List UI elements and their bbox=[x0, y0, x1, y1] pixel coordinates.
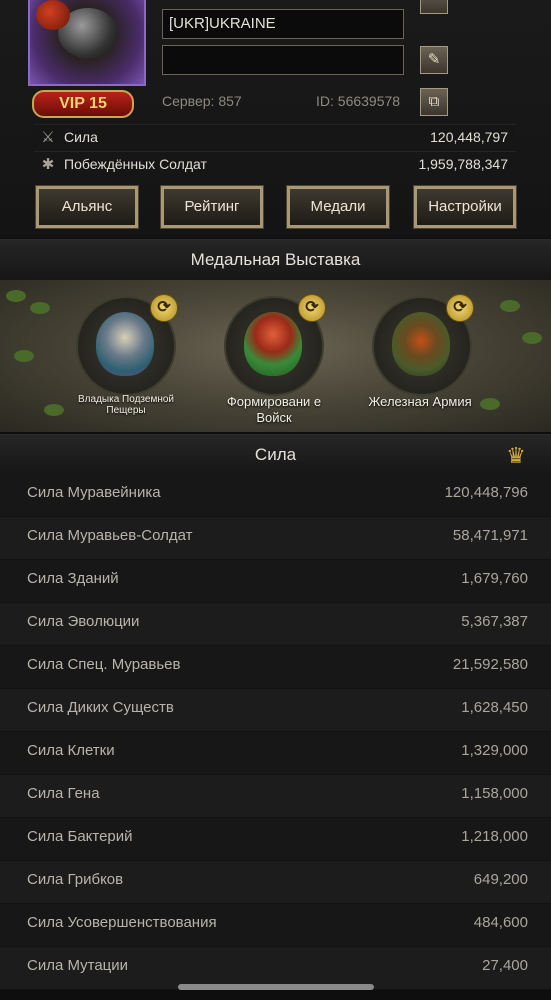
row-value: 649,200 bbox=[473, 871, 528, 888]
home-indicator[interactable] bbox=[178, 984, 374, 990]
leaf-decoration bbox=[30, 302, 50, 314]
row-value: 1,158,000 bbox=[461, 785, 528, 802]
swap-icon[interactable]: ⟳ bbox=[298, 294, 326, 322]
row-value: 1,628,450 bbox=[461, 699, 528, 716]
list-item: Сила Бактерий 1,218,000 bbox=[0, 818, 551, 861]
stat-label: Сила bbox=[64, 129, 98, 145]
iron-ant-medal-icon bbox=[392, 312, 450, 376]
leaf-decoration bbox=[500, 300, 520, 312]
server-label: Сервер: 857 bbox=[162, 93, 242, 109]
row-value: 120,448,796 bbox=[444, 484, 528, 501]
list-item: Сила Грибков 649,200 bbox=[0, 861, 551, 904]
row-label: Сила Клетки bbox=[27, 742, 115, 759]
alliance-name-field[interactable]: [UKR]UKRAINE bbox=[162, 9, 404, 39]
edit-signature-button[interactable]: ✎ bbox=[420, 46, 448, 74]
list-item: Сила Зданий 1,679,760 bbox=[0, 560, 551, 603]
stat-row-defeated-soldiers: ✱ Побеждённых Солдат 1,959,788,347 bbox=[34, 151, 516, 178]
row-label: Сила Спец. Муравьев bbox=[27, 656, 181, 673]
row-value: 1,329,000 bbox=[461, 742, 528, 759]
pen-icon: ✎ bbox=[427, 51, 441, 68]
power-header: Сила ♛ bbox=[0, 434, 551, 476]
row-label: Сила Муравейника bbox=[27, 484, 161, 501]
swap-icon[interactable]: ⟳ bbox=[150, 294, 178, 322]
row-label: Сила Бактерий bbox=[27, 828, 133, 845]
signature-field[interactable] bbox=[162, 45, 404, 75]
leaf-decoration bbox=[14, 350, 34, 362]
row-label: Сила Зданий bbox=[27, 570, 119, 587]
list-item: Сила Спец. Муравьев 21,592,580 bbox=[0, 646, 551, 689]
row-label: Сила Мутации bbox=[27, 957, 129, 974]
profile-panel: VIP 15 [UKR]UKRAINE ✎ Сервер: 857 ID: 56… bbox=[0, 0, 551, 238]
list-item: Сила Усовершенствования 484,600 bbox=[0, 904, 551, 947]
row-value: 21,592,580 bbox=[452, 656, 528, 673]
row-label: Сила Грибков bbox=[27, 871, 124, 888]
alliance-button[interactable]: Альянс bbox=[35, 185, 139, 229]
leaf-decoration bbox=[522, 332, 542, 344]
copy-icon: ⧉ bbox=[428, 93, 440, 110]
medal-name-1: Владыка Подземной Пещеры bbox=[78, 394, 174, 416]
power-list: Сила Муравейника 120,448,796 Сила Муравье… bbox=[0, 474, 551, 990]
stat-row-power: ⚔ Сила 120,448,797 bbox=[34, 124, 516, 151]
stat-value: 1,959,788,347 bbox=[418, 156, 508, 172]
leaf-decoration bbox=[480, 398, 500, 410]
row-label: Сила Диких Существ bbox=[27, 699, 174, 716]
edit-name-button[interactable] bbox=[420, 0, 448, 14]
row-value: 1,679,760 bbox=[461, 570, 528, 587]
row-value: 1,218,000 bbox=[461, 828, 528, 845]
crossed-swords-icon: ⚔ bbox=[41, 129, 55, 146]
list-item: Сила Муравейника 120,448,796 bbox=[0, 474, 551, 517]
avatar[interactable] bbox=[28, 0, 146, 86]
row-value: 5,367,387 bbox=[461, 613, 528, 630]
row-label: Сила Усовершенствования bbox=[27, 914, 217, 931]
medal-slot-1[interactable]: ⟳ bbox=[76, 294, 178, 396]
medal-slot-2[interactable]: ⟳ bbox=[224, 294, 326, 396]
ant-clover-medal-icon bbox=[244, 312, 302, 376]
leaf-decoration bbox=[44, 404, 64, 416]
trilobite-medal-icon bbox=[96, 312, 154, 376]
row-value: 484,600 bbox=[473, 914, 528, 931]
medal-name-2: Формировани е Войск bbox=[226, 394, 322, 425]
copy-id-button[interactable]: ⧉ bbox=[420, 88, 448, 116]
medal-slot-3[interactable]: ⟳ bbox=[372, 294, 474, 396]
row-label: Сила Эволюции bbox=[27, 613, 140, 630]
settings-button[interactable]: Настройки bbox=[413, 185, 517, 229]
list-item: Сила Гена 1,158,000 bbox=[0, 775, 551, 818]
vip-badge[interactable]: VIP 15 bbox=[32, 90, 134, 118]
stat-label: Побеждённых Солдат bbox=[64, 156, 207, 172]
list-item: Сила Муравьев-Солдат 58,471,971 bbox=[0, 517, 551, 560]
row-label: Сила Гена bbox=[27, 785, 100, 802]
stat-value: 120,448,797 bbox=[430, 129, 508, 145]
ranking-button[interactable]: Рейтинг bbox=[160, 185, 264, 229]
row-value: 58,471,971 bbox=[452, 527, 528, 544]
medal-showcase: ⟳ Владыка Подземной Пещеры ⟳ Формировани… bbox=[0, 280, 551, 432]
medals-button[interactable]: Медали bbox=[286, 185, 390, 229]
medal-showcase-header: Медальная Выставка bbox=[0, 239, 551, 281]
list-item: Сила Клетки 1,329,000 bbox=[0, 732, 551, 775]
power-title: Сила bbox=[254, 445, 297, 464]
medal-showcase-title: Медальная Выставка bbox=[190, 250, 361, 269]
swap-icon[interactable]: ⟳ bbox=[446, 294, 474, 322]
medal-name-3: Железная Армия bbox=[368, 394, 472, 409]
list-item: Сила Диких Существ 1,628,450 bbox=[0, 689, 551, 732]
trophy-icon[interactable]: ♛ bbox=[501, 443, 531, 469]
avatar-ant-head bbox=[36, 0, 70, 30]
leaf-decoration bbox=[6, 290, 26, 302]
list-item: Сила Эволюции 5,367,387 bbox=[0, 603, 551, 646]
row-value: 27,400 bbox=[482, 957, 528, 974]
row-label: Сила Муравьев-Солдат bbox=[27, 527, 193, 544]
ant-icon: ✱ bbox=[41, 156, 55, 173]
player-id-label: ID: 56639578 bbox=[316, 93, 401, 109]
